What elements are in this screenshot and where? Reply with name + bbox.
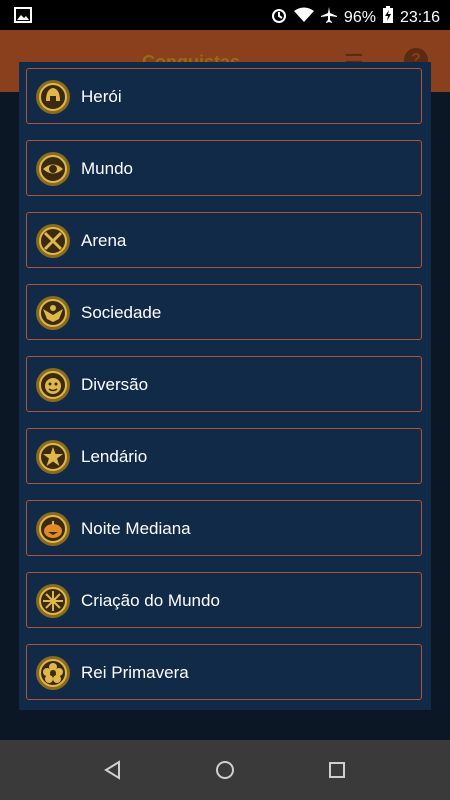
category-item-noite-mediana[interactable]: Noite Mediana [26, 500, 422, 556]
category-label: Diversão [81, 375, 149, 394]
navigation-bar [0, 740, 450, 800]
eagle-icon [36, 296, 70, 330]
category-label: Sociedade [81, 303, 162, 322]
crossed-swords-icon [36, 224, 70, 258]
category-label: Rei Primavera [81, 663, 189, 682]
battery-charging-icon [382, 6, 394, 29]
category-item-lendario[interactable]: Lendário [26, 428, 422, 484]
category-label: Criação do Mundo [81, 591, 220, 610]
category-label: Lendário [81, 447, 148, 466]
category-label: Mundo [81, 159, 133, 178]
category-item-heroi[interactable]: Herói [26, 68, 422, 124]
category-label: Noite Mediana [81, 519, 191, 538]
category-item-arena[interactable]: Arena [26, 212, 422, 268]
alarm-icon [270, 6, 288, 29]
star-icon [36, 440, 70, 474]
flower-icon [36, 656, 70, 690]
jester-mask-icon [36, 368, 70, 402]
category-item-mundo[interactable]: Mundo [26, 140, 422, 196]
category-item-diversao[interactable]: Diversão [26, 356, 422, 412]
nav-home-icon[interactable] [215, 760, 235, 785]
gallery-notification-icon [14, 7, 32, 28]
airplane-mode-icon [320, 6, 338, 29]
battery-percent: 96% [343, 8, 376, 26]
category-label: Arena [81, 231, 127, 250]
category-item-rei-primavera[interactable]: Rei Primavera [26, 644, 422, 700]
status-bar: 96% 23:16 [0, 0, 450, 30]
clock: 23:16 [399, 8, 440, 26]
achievement-categories-dialog: Herói Mundo Arena Sociedade Diversão Len… [19, 62, 431, 710]
category-label: Herói [81, 87, 122, 106]
pumpkin-icon [36, 512, 70, 546]
category-item-sociedade[interactable]: Sociedade [26, 284, 422, 340]
category-item-criacao-do-mundo[interactable]: Criação do Mundo [26, 572, 422, 628]
ornament-icon [36, 584, 70, 618]
nav-recent-apps-icon[interactable] [328, 761, 346, 784]
helmet-icon [36, 80, 70, 114]
nav-back-icon[interactable] [103, 760, 123, 785]
eye-icon [36, 152, 70, 186]
wifi-icon [293, 7, 314, 28]
